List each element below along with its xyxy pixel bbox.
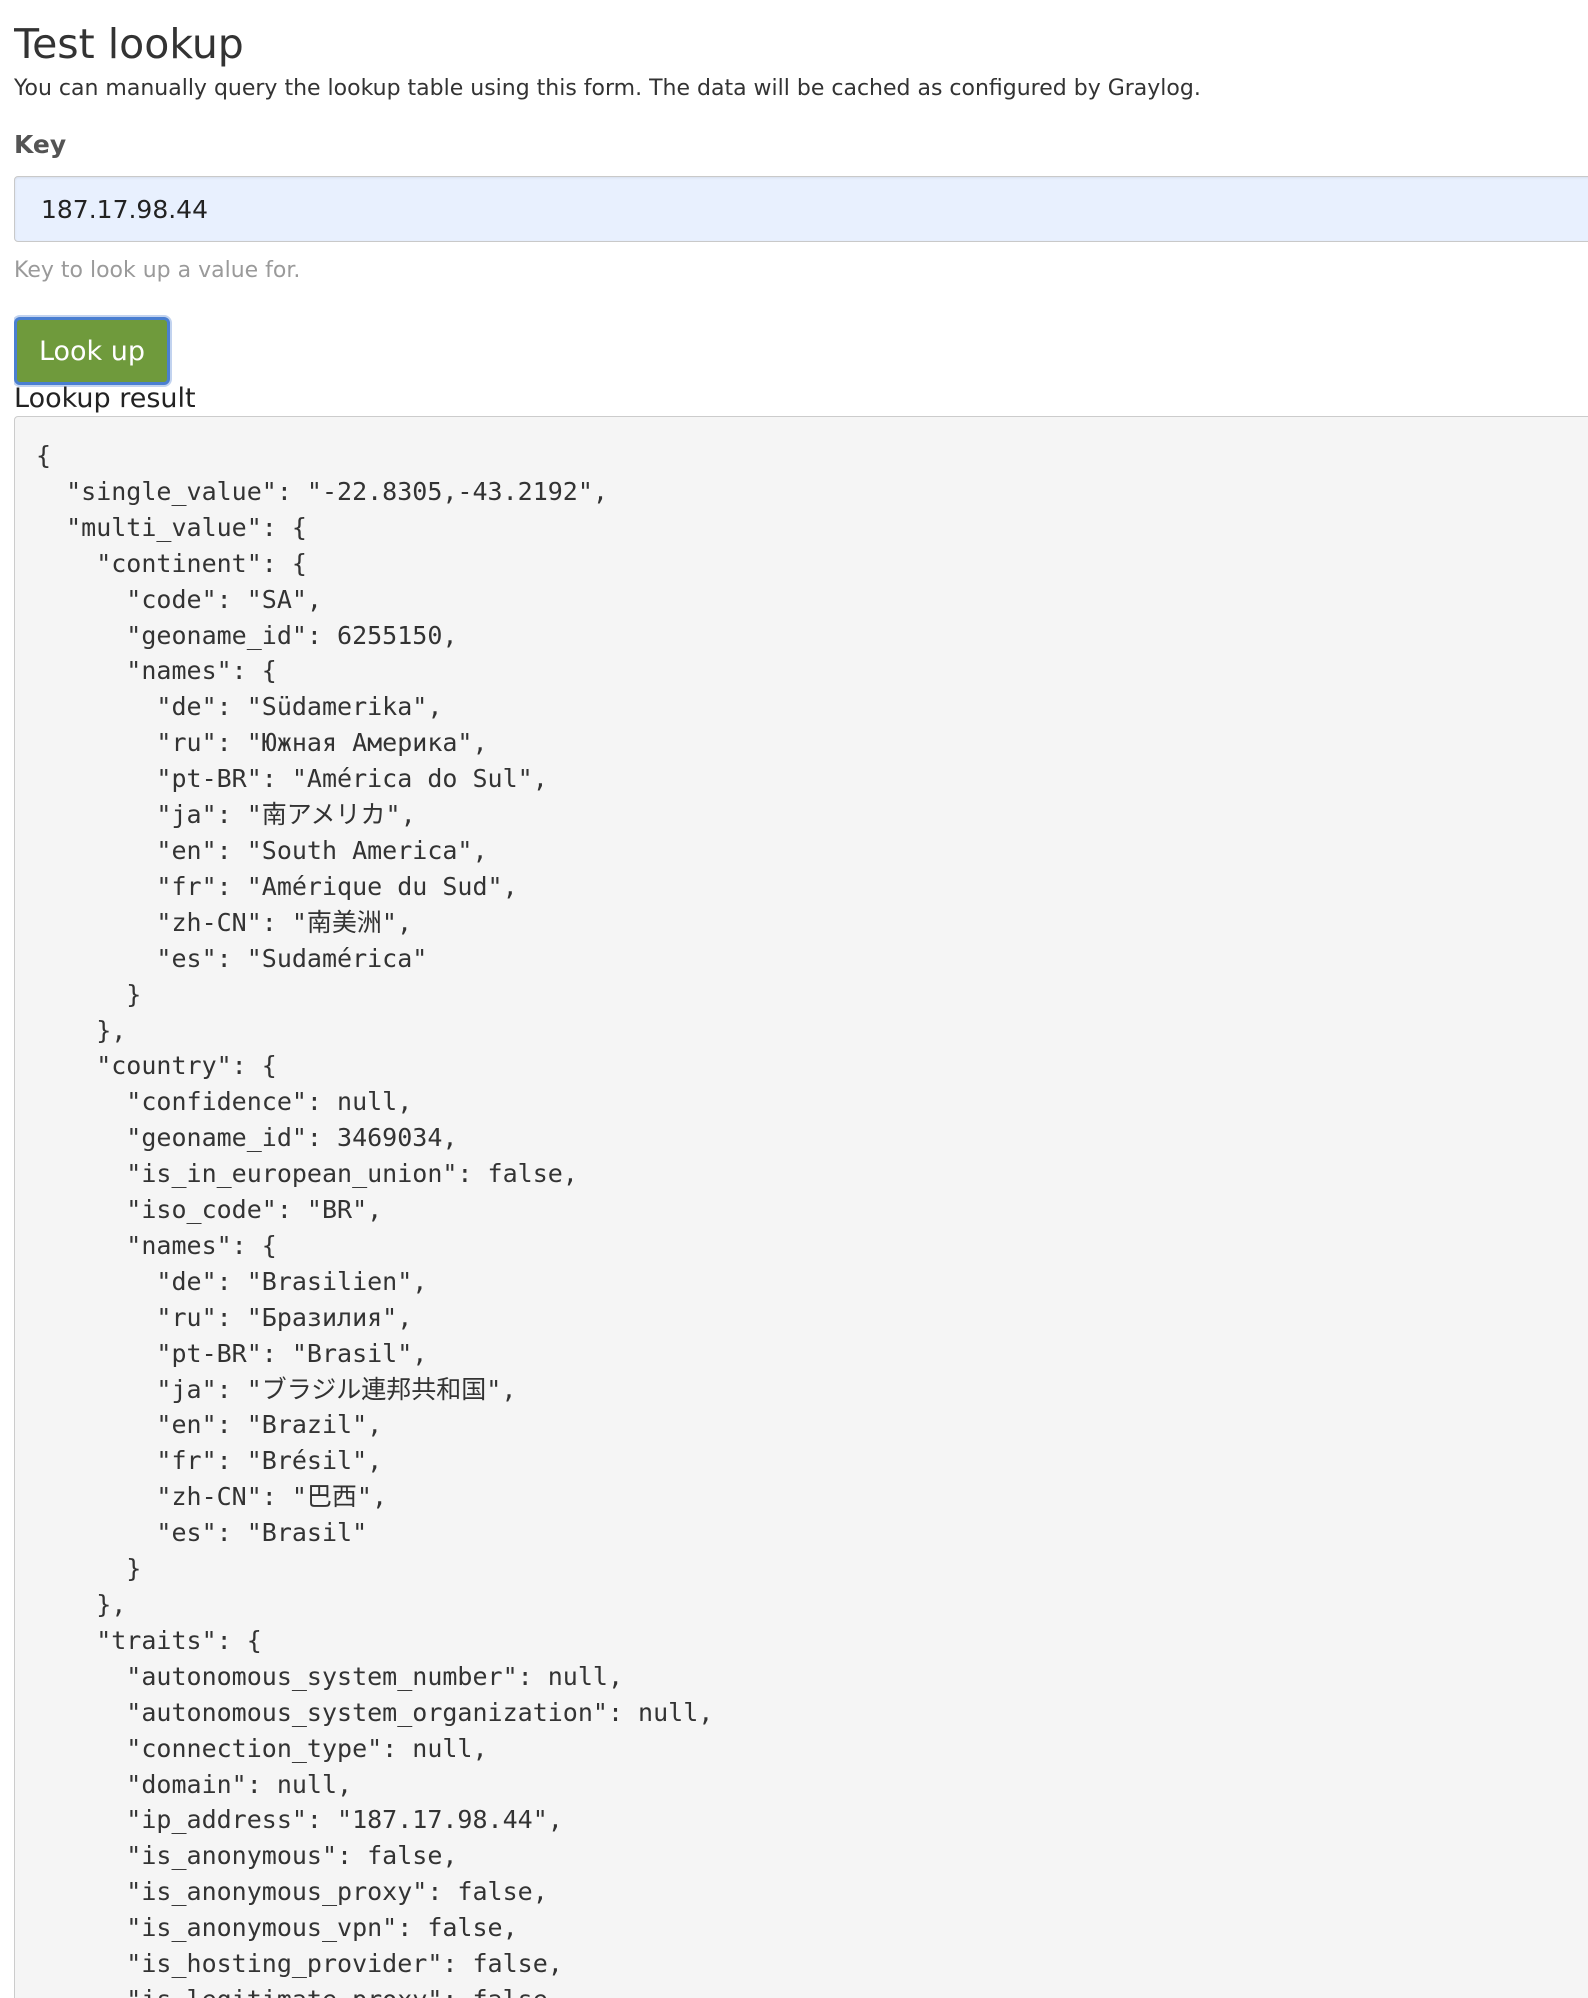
look-up-button[interactable]: Look up (14, 317, 170, 385)
test-lookup-page: Test lookup You can manually query the l… (14, 0, 1588, 1998)
lookup-result-box: { "single_value": "-22.8305,-43.2192", "… (14, 416, 1588, 1998)
lookup-result-label: Lookup result (14, 383, 196, 414)
lookup-result-json: { "single_value": "-22.8305,-43.2192", "… (36, 441, 714, 1998)
page-title: Test lookup (14, 20, 244, 68)
page-description: You can manually query the lookup table … (14, 76, 1201, 101)
key-input[interactable] (14, 176, 1588, 242)
key-help-text: Key to look up a value for. (14, 258, 301, 283)
key-label: Key (14, 130, 67, 159)
